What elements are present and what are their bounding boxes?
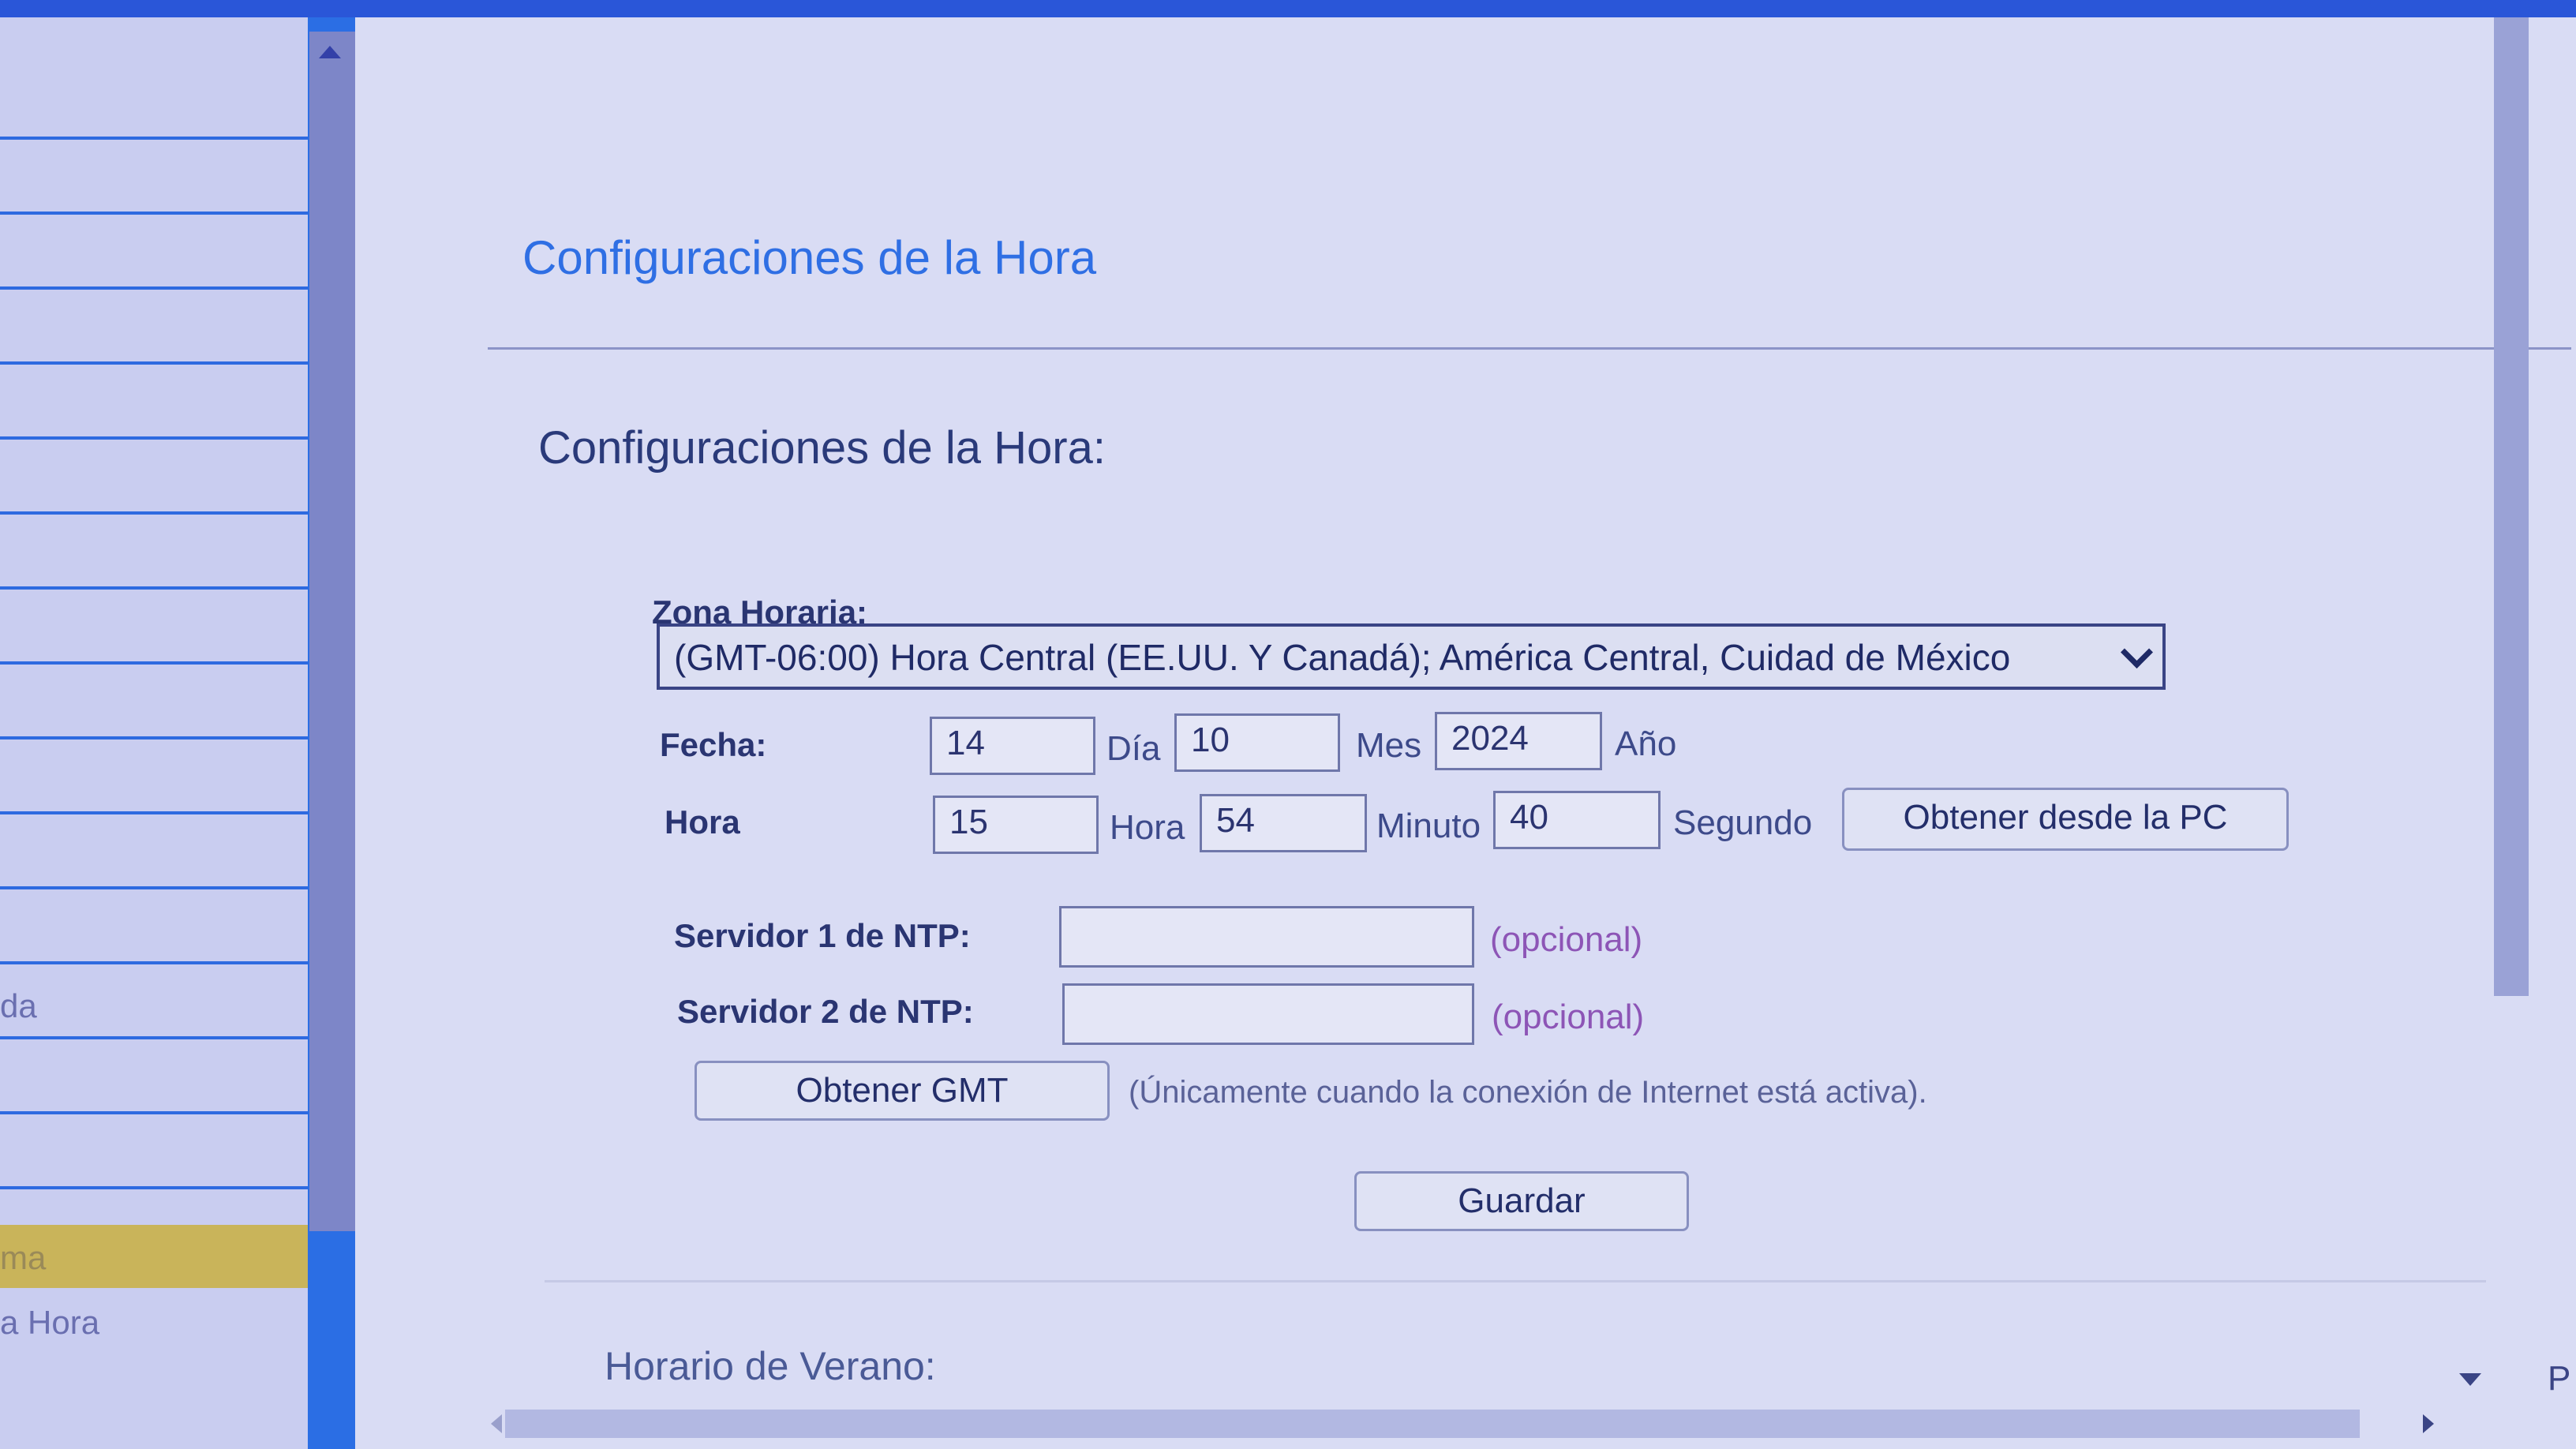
month-input[interactable]: 10	[1174, 713, 1340, 772]
year-unit: Año	[1615, 724, 1677, 763]
sidebar-item[interactable]	[0, 365, 331, 440]
hour-unit: Hora	[1110, 808, 1185, 847]
section-title: Configuraciones de la Hora:	[538, 422, 1106, 474]
sidebar-item[interactable]	[0, 1039, 331, 1114]
sidebar-item[interactable]	[0, 290, 331, 365]
sidebar-item[interactable]	[0, 140, 331, 215]
time-label: Hora	[665, 803, 740, 841]
ntp-server1-label: Servidor 1 de NTP:	[674, 917, 971, 954]
sidebar-item[interactable]: da	[0, 964, 331, 1039]
save-button[interactable]: Guardar	[1354, 1171, 1689, 1231]
sidebar-item[interactable]	[0, 814, 331, 889]
sidebar-item[interactable]	[0, 665, 331, 739]
hour-input[interactable]: 15	[933, 796, 1099, 854]
horizontal-scrollbar[interactable]	[505, 1410, 2360, 1438]
month-unit: Mes	[1356, 726, 1422, 765]
corner-text: P	[2548, 1359, 2571, 1398]
scroll-up-icon[interactable]	[319, 46, 341, 58]
minute-input[interactable]: 54	[1200, 794, 1367, 852]
scroll-left-icon[interactable]	[491, 1414, 502, 1433]
ntp-server2-label: Servidor 2 de NTP:	[677, 993, 974, 1030]
dst-section-title: Horario de Verano:	[605, 1344, 936, 1388]
sidebar-item[interactable]	[0, 440, 331, 515]
day-unit: Día	[1106, 729, 1161, 768]
sidebar-item[interactable]	[0, 889, 331, 964]
ntp-server1-hint: (opcional)	[1490, 920, 1643, 959]
sidebar-item[interactable]	[0, 1176, 331, 1223]
get-from-pc-button[interactable]: Obtener desde la PC	[1842, 788, 2289, 851]
chevron-down-icon	[2120, 635, 2154, 669]
scroll-right-icon[interactable]	[2423, 1414, 2434, 1433]
day-input[interactable]: 14	[930, 717, 1095, 775]
ntp-server2-hint: (opcional)	[1492, 998, 1645, 1036]
timezone-value: (GMT-06:00) Hora Central (EE.UU. Y Canad…	[674, 637, 2011, 678]
sidebar-item[interactable]	[0, 215, 331, 290]
sidebar-item-active[interactable]: ma	[0, 1225, 331, 1288]
sidebar-item[interactable]	[0, 515, 331, 590]
ntp-server1-input[interactable]	[1059, 906, 1474, 968]
sidebar-item[interactable]: a Hora	[0, 1290, 331, 1353]
sidebar-item[interactable]	[0, 739, 331, 814]
year-input[interactable]: 2024	[1435, 712, 1602, 770]
timezone-select[interactable]: (GMT-06:00) Hora Central (EE.UU. Y Canad…	[657, 623, 2166, 690]
date-label: Fecha:	[660, 726, 767, 763]
sidebar: da ma a Hora	[0, 17, 331, 1449]
second-input[interactable]: 40	[1493, 791, 1661, 849]
page-title: Configuraciones de la Hora	[522, 231, 1097, 284]
scroll-down-icon[interactable]	[2459, 1373, 2481, 1386]
get-gmt-button[interactable]: Obtener GMT	[695, 1061, 1110, 1121]
vertical-scrollbar[interactable]	[2494, 17, 2529, 996]
top-bar	[0, 0, 2576, 17]
title-divider	[488, 347, 2571, 350]
second-unit: Segundo	[1673, 803, 1813, 842]
sidebar-item[interactable]	[0, 65, 331, 140]
get-gmt-note: (Únicamente cuando la conexión de Intern…	[1129, 1075, 1927, 1110]
main-content: Configuraciones de la Hora Configuracion…	[355, 17, 2576, 1449]
section-divider	[545, 1280, 2486, 1282]
ntp-server2-input[interactable]	[1062, 983, 1474, 1045]
sidebar-item[interactable]	[0, 590, 331, 665]
minute-unit: Minuto	[1376, 807, 1481, 845]
sidebar-scrollbar[interactable]	[309, 32, 357, 1231]
